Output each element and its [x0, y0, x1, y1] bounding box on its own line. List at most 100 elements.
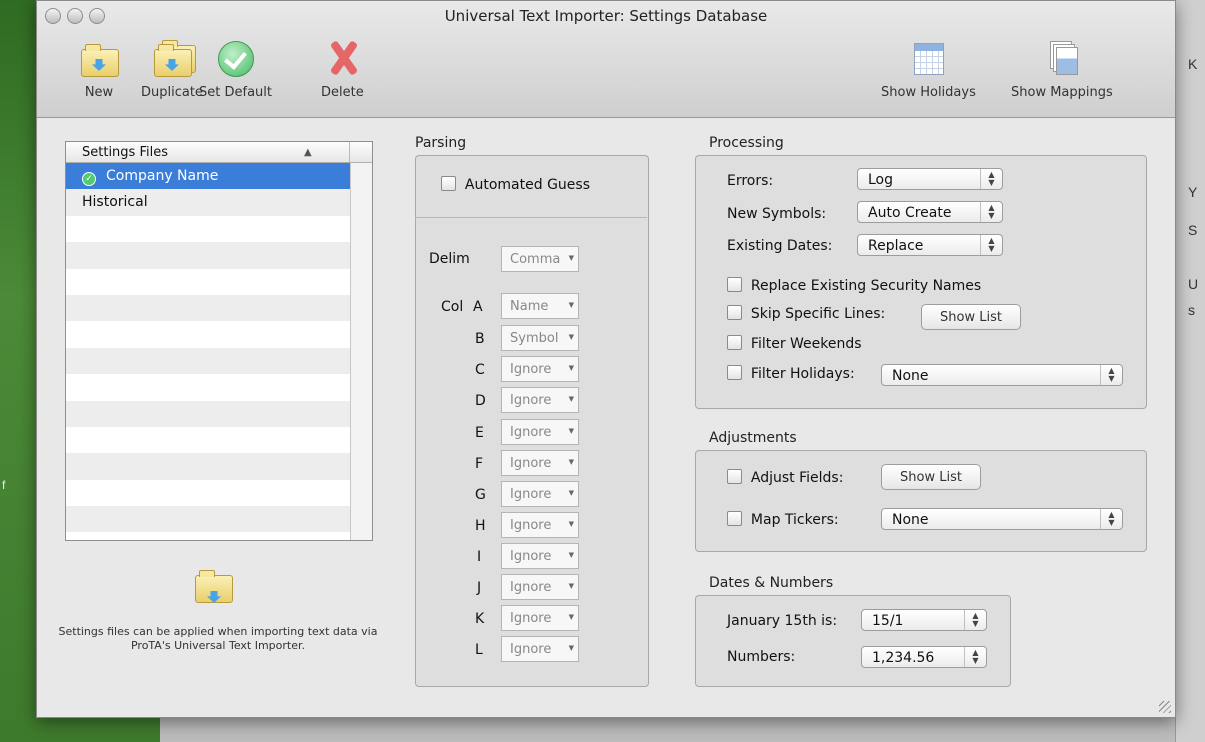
list-scrollbar[interactable] — [350, 163, 372, 540]
bg-letter: K — [1188, 56, 1198, 72]
delim-combo[interactable]: Comma ▼ — [501, 246, 579, 272]
skip-lines-label: Skip Specific Lines: — [750, 306, 886, 322]
column-a-combo[interactable]: Name ▼ — [501, 293, 579, 319]
errors-value: Log — [868, 172, 894, 188]
window-title: Universal Text Importer: Settings Databa… — [444, 7, 768, 25]
show-mappings-button[interactable]: Show Mappings — [1011, 41, 1113, 100]
january-15-label: January 15th is: — [727, 613, 838, 629]
number-format-value: 1,234.56 — [872, 650, 935, 666]
map-tickers-checkbox[interactable]: Map Tickers: — [727, 511, 839, 528]
combo-arrow-icon: ▼ — [568, 427, 574, 435]
column-value: Ignore — [510, 580, 552, 595]
col-letter: K — [475, 611, 485, 627]
skip-lines-checkbox[interactable]: Skip Specific Lines: — [727, 305, 885, 322]
column-value: Ignore — [510, 549, 552, 564]
empty-row — [66, 400, 350, 427]
date-format-popup[interactable]: 15/1 ▲ ▼ — [861, 609, 987, 631]
popup-arrows-icon: ▲ ▼ — [980, 235, 1002, 255]
import-folder-icon — [195, 569, 235, 605]
bg-letter: Y — [1188, 184, 1198, 200]
col-letter: C — [475, 362, 485, 378]
adjustments-title: Adjustments — [709, 430, 797, 446]
resize-grip-icon[interactable] — [1159, 701, 1171, 713]
column-l-combo[interactable]: Ignore ▼ — [501, 636, 579, 662]
numbers-label: Numbers: — [727, 649, 796, 665]
sort-ascending-icon: ▲ — [304, 147, 312, 158]
empty-row — [66, 269, 350, 295]
column-k-combo[interactable]: Ignore ▼ — [501, 605, 579, 631]
dates-numbers-title: Dates & Numbers — [709, 575, 834, 591]
list-item[interactable]: ✓ Company Name — [66, 163, 350, 190]
combo-arrow-icon: ▼ — [568, 644, 574, 652]
empty-row — [66, 506, 350, 533]
checkbox[interactable] — [727, 335, 742, 350]
new-symbols-popup[interactable]: Auto Create ▲ ▼ — [857, 201, 1003, 223]
popup-arrows-icon: ▲ ▼ — [964, 610, 986, 630]
delete-button[interactable]: Delete — [321, 41, 364, 100]
settings-files-hint: Settings files can be applied when impor… — [58, 625, 378, 652]
settings-database-window: Universal Text Importer: Settings Databa… — [36, 0, 1176, 718]
set-default-button[interactable]: Set Default — [199, 41, 272, 100]
column-value: Ignore — [510, 487, 552, 502]
automated-guess-checkbox[interactable]: Automated Guess — [441, 176, 590, 193]
column-e-combo[interactable]: Ignore ▼ — [501, 419, 579, 445]
new-button[interactable]: New — [79, 41, 119, 100]
filter-holidays-popup[interactable]: None ▲ ▼ — [881, 364, 1123, 386]
col-letter: J — [477, 580, 482, 596]
column-h-combo[interactable]: Ignore ▼ — [501, 512, 579, 538]
combo-arrow-icon: ▼ — [568, 489, 574, 497]
column-c-combo[interactable]: Ignore ▼ — [501, 356, 579, 382]
column-j-combo[interactable]: Ignore ▼ — [501, 574, 579, 600]
adjust-fields-show-list-button[interactable]: Show List — [881, 464, 981, 490]
filter-holidays-checkbox[interactable]: Filter Holidays: — [727, 365, 855, 382]
settings-files-table[interactable]: Settings Files ▲ ✓ Company Name Historica… — [65, 141, 373, 541]
replace-names-checkbox[interactable]: Replace Existing Security Names — [727, 277, 981, 294]
column-i-combo[interactable]: Ignore ▼ — [501, 543, 579, 569]
number-format-popup[interactable]: 1,234.56 ▲ ▼ — [861, 646, 987, 668]
bg-letter: s — [1188, 302, 1195, 318]
errors-popup[interactable]: Log ▲ ▼ — [857, 168, 1003, 190]
adjust-fields-checkbox[interactable]: Adjust Fields: — [727, 469, 843, 486]
filter-holidays-label: Filter Holidays: — [750, 366, 855, 382]
show-holidays-label: Show Holidays — [881, 85, 976, 100]
checkbox[interactable] — [727, 469, 742, 484]
duplicate-label: Duplicate — [141, 85, 203, 100]
checkbox[interactable] — [727, 511, 742, 526]
empty-row — [66, 242, 350, 269]
delete-label: Delete — [321, 85, 364, 100]
col-letter: D — [475, 393, 486, 409]
existing-dates-popup[interactable]: Replace ▲ ▼ — [857, 234, 1003, 256]
map-tickers-popup[interactable]: None ▲ ▼ — [881, 508, 1123, 530]
show-holidays-button[interactable]: Show Holidays — [881, 41, 976, 100]
parsing-divider — [415, 217, 647, 218]
combo-arrow-icon: ▼ — [568, 613, 574, 621]
settings-files-column-header[interactable]: Settings Files ▲ — [66, 142, 372, 163]
filter-weekends-checkbox[interactable]: Filter Weekends — [727, 335, 862, 352]
col-letter: E — [475, 425, 484, 441]
column-g-combo[interactable]: Ignore ▼ — [501, 481, 579, 507]
checkbox[interactable] — [727, 365, 742, 380]
column-value: Ignore — [510, 425, 552, 440]
checkbox[interactable] — [727, 277, 742, 292]
list-item[interactable]: Historical — [66, 189, 350, 216]
column-value: Ignore — [510, 642, 552, 657]
col-letter: G — [475, 487, 486, 503]
popup-arrows-icon: ▲ ▼ — [980, 169, 1002, 189]
skip-lines-show-list-button[interactable]: Show List — [921, 304, 1021, 330]
list-item-label: Company Name — [106, 168, 219, 184]
checkbox[interactable] — [727, 305, 742, 320]
column-value: Name — [510, 299, 549, 314]
duplicate-button[interactable]: Duplicate — [141, 40, 203, 100]
mappings-icon — [1042, 41, 1082, 79]
col-letter: A — [473, 299, 483, 315]
delete-x-icon — [322, 41, 362, 79]
column-f-combo[interactable]: Ignore ▼ — [501, 450, 579, 476]
column-b-combo[interactable]: Symbol ▼ — [501, 325, 579, 351]
empty-row — [66, 453, 350, 480]
col-prefix: Col — [441, 299, 464, 315]
combo-arrow-icon: ▼ — [568, 301, 574, 309]
combo-arrow-icon: ▼ — [568, 551, 574, 559]
checkbox[interactable] — [441, 176, 456, 191]
column-d-combo[interactable]: Ignore ▼ — [501, 387, 579, 413]
parsing-title: Parsing — [415, 135, 467, 151]
